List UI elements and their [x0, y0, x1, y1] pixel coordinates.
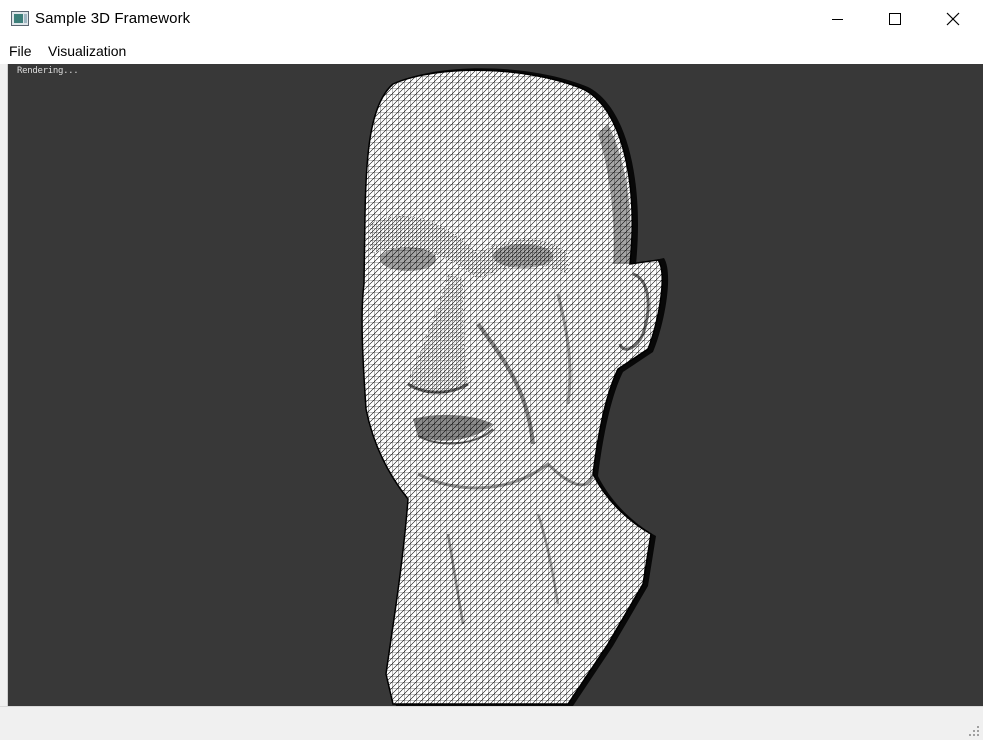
- menu-visualization[interactable]: Visualization: [48, 43, 126, 59]
- menu-bar: File Visualization: [0, 38, 983, 64]
- application-window: Sample 3D Framework File Visualization R…: [0, 0, 983, 740]
- close-button[interactable]: [924, 0, 982, 38]
- menu-file[interactable]: File: [9, 43, 32, 59]
- left-frame-edge: [0, 64, 8, 706]
- close-icon: [946, 12, 960, 26]
- minimize-icon: [831, 18, 843, 20]
- status-bar: [0, 706, 983, 740]
- wireframe-head-model[interactable]: [8, 64, 983, 706]
- title-bar[interactable]: Sample 3D Framework: [0, 0, 983, 38]
- maximize-icon: [889, 13, 901, 25]
- app-window-icon[interactable]: [11, 11, 29, 26]
- 3d-viewport[interactable]: Rendering...: [8, 64, 983, 706]
- window-title: Sample 3D Framework: [35, 10, 191, 27]
- render-status-overlay: Rendering...: [17, 66, 79, 76]
- maximize-button[interactable]: [866, 0, 924, 38]
- resize-grip-icon[interactable]: [968, 725, 980, 737]
- minimize-button[interactable]: [808, 0, 866, 38]
